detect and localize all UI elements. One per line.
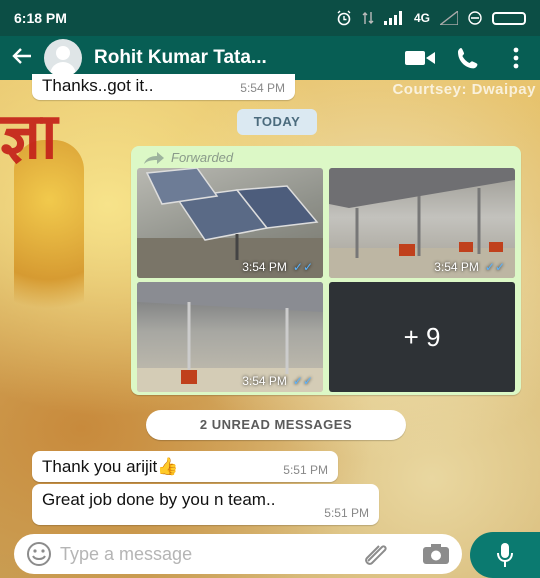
forwarded-label: Forwarded (143, 150, 233, 165)
signal-empty-icon (440, 11, 458, 25)
forwarded-text: Forwarded (171, 150, 234, 165)
message-composer: Type a message (14, 534, 462, 574)
more-photos-count: + 9 (403, 321, 441, 352)
forward-arrow-icon (144, 151, 164, 164)
alarm-icon (337, 10, 351, 26)
message-bubble[interactable]: Great job done by you n team.. 5:51 PM (32, 484, 379, 525)
message-text: Great job done by you n team.. (42, 490, 276, 509)
camera-icon[interactable] (422, 543, 450, 565)
contact-avatar[interactable] (44, 39, 82, 77)
message-time: 5:54 PM (240, 81, 285, 95)
dnd-icon (468, 11, 482, 25)
status-bar: 6:18 PM 4G (0, 0, 540, 36)
network-type: 4G (413, 11, 430, 25)
contact-name[interactable]: Rohit Kumar Tata... (94, 47, 396, 69)
wallpaper-glyph: ज्ञा (0, 99, 58, 174)
battery-icon (492, 11, 526, 25)
photo-time: 3:54 PM (242, 260, 287, 274)
message-time: 5:51 PM (324, 506, 369, 520)
message-time: 5:51 PM (283, 463, 328, 477)
message-bubble[interactable]: Thank you arijit👍 5:51 PM (32, 451, 338, 482)
voice-call-icon[interactable] (444, 46, 492, 70)
read-ticks-icon: ✓✓ (292, 260, 313, 274)
status-time: 6:18 PM (14, 10, 67, 26)
emoji-icon[interactable] (26, 541, 52, 567)
read-ticks-icon: ✓✓ (292, 374, 313, 388)
photo-thumbnail[interactable]: 3:54 PM ✓✓ (137, 282, 323, 392)
video-call-icon[interactable] (396, 49, 444, 67)
mic-icon (497, 543, 513, 567)
photo-time: 3:54 PM (434, 260, 479, 274)
signal-icon (383, 11, 402, 25)
unread-banner: 2 UNREAD MESSAGES (146, 410, 406, 440)
message-text: Thanks..got it.. (42, 76, 154, 95)
photo-thumbnail[interactable]: 3:54 PM ✓✓ (329, 168, 515, 278)
more-options-icon[interactable] (492, 47, 540, 69)
more-photos-tile[interactable]: + 9 (329, 282, 515, 392)
wallpaper-caption: Courtsey: Dwaipay (392, 81, 536, 98)
photo-thumbnail[interactable]: 3:54 PM ✓✓ (137, 168, 323, 278)
message-input[interactable]: Type a message (52, 544, 360, 565)
read-ticks-icon: ✓✓ (484, 260, 505, 274)
date-chip: TODAY (237, 109, 317, 135)
photo-time: 3:54 PM (242, 374, 287, 388)
data-arrows-icon (362, 12, 374, 24)
mic-button[interactable] (470, 532, 540, 578)
message-bubble[interactable]: Thanks..got it.. 5:54 PM (32, 74, 295, 100)
attach-icon[interactable] (360, 541, 390, 567)
message-text: Thank you arijit👍 (42, 457, 179, 476)
forwarded-media-bubble[interactable]: Forwarded 3:54 PM ✓✓ 3:54 PM ✓✓ 3:54 PM … (131, 146, 521, 395)
